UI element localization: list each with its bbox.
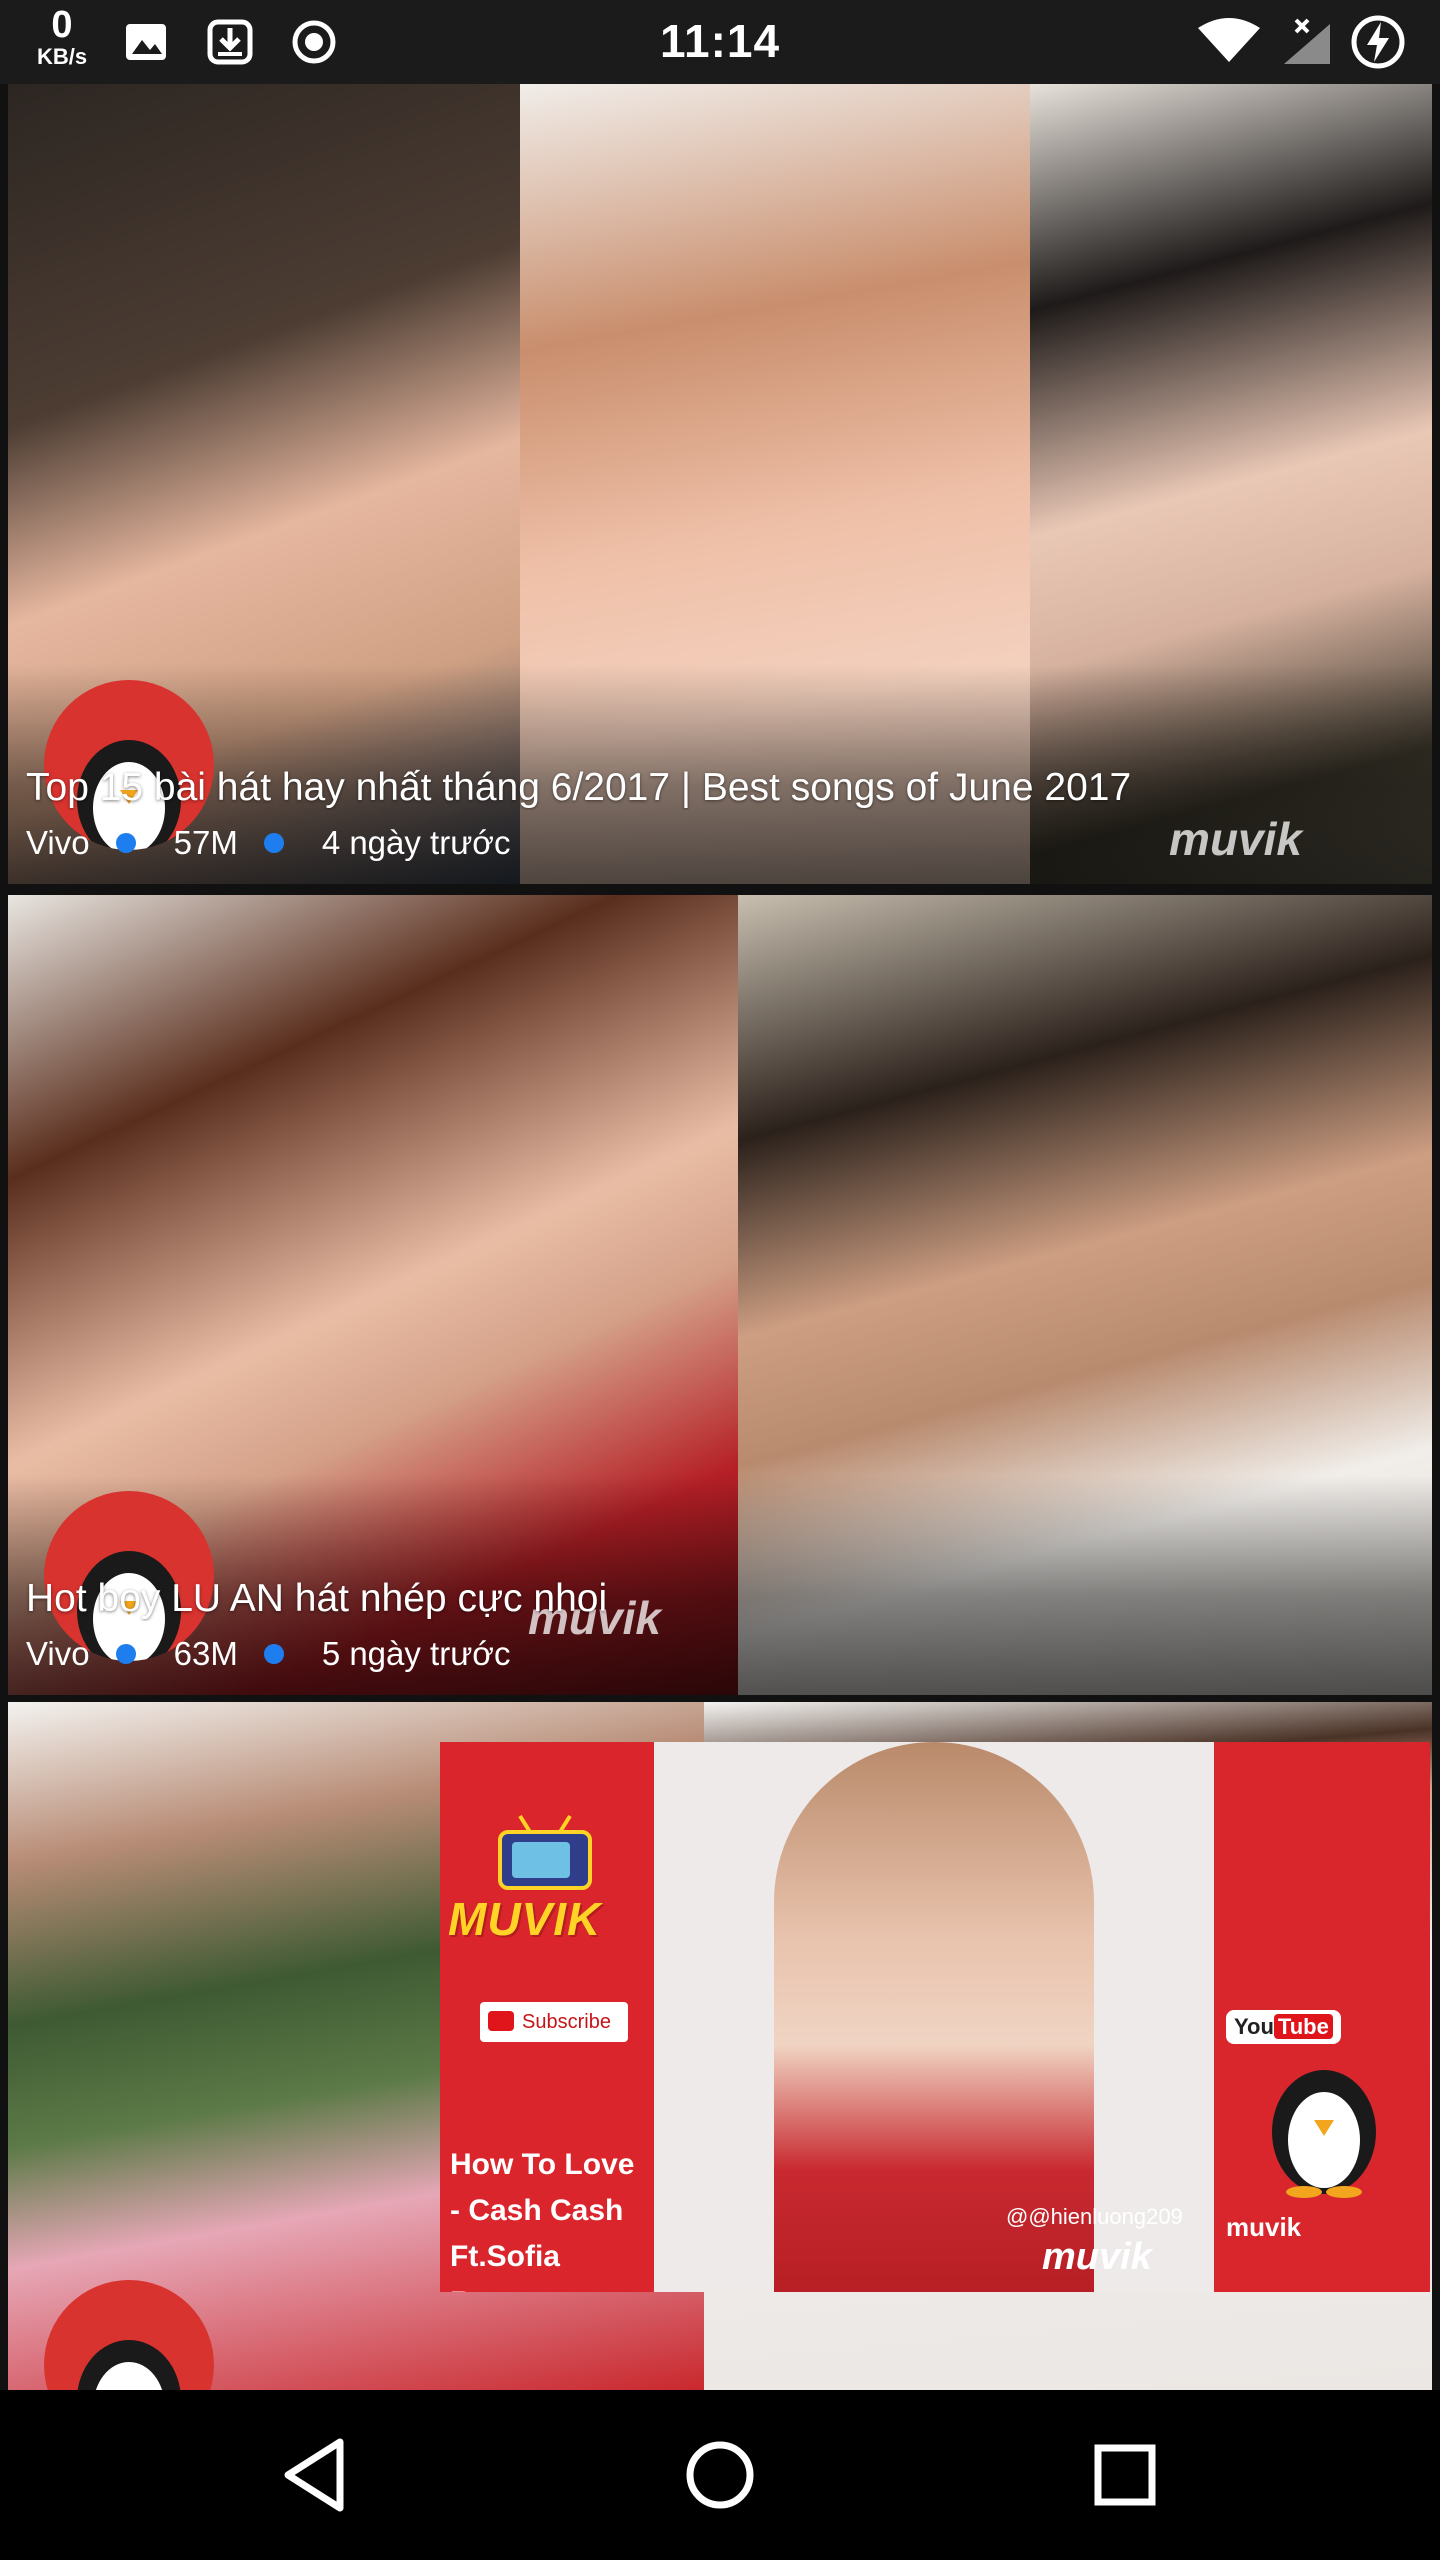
video-meta: Vivo 63M 5 ngày trước <box>26 1635 510 1673</box>
wifi-icon <box>1198 18 1260 62</box>
view-count: 57M <box>173 824 238 861</box>
video-card[interactable]: muvik Top 15 bài hát hay nhất tháng 6/20… <box>8 84 1432 884</box>
view-count: 63M <box>173 1635 238 1672</box>
status-bar: 0 KB/s 11:14 <box>0 0 1440 84</box>
youtube-badge: You Tube <box>1226 2010 1341 2044</box>
penguin-mascot-icon <box>1272 2070 1376 2198</box>
download-icon <box>207 19 253 65</box>
home-button[interactable] <box>675 2430 765 2520</box>
muvik-watermark: muvik <box>1169 813 1302 865</box>
network-speed: 0 KB/s <box>30 6 94 68</box>
separator-dot <box>115 1644 136 1664</box>
promo-song-title: How To Love - Cash Cash Ft.Sofia Reyes <box>450 2148 635 2292</box>
separator-dot <box>263 833 284 853</box>
promo-left-panel: MUVIK Subscribe How To Love - Cash Cash … <box>440 1742 654 2292</box>
upload-age: 5 ngày trước <box>321 1635 511 1672</box>
subscribe-button[interactable]: Subscribe <box>480 2002 628 2042</box>
image-icon <box>126 24 166 60</box>
promo-right-panel: You Tube muvik <box>1214 1742 1430 2292</box>
video-title[interactable]: Top 15 bài hát hay nhất tháng 6/2017 | B… <box>26 766 1402 810</box>
youtube-icon <box>488 2011 514 2031</box>
navigation-bar <box>0 2390 1440 2560</box>
tv-icon <box>498 1814 592 1890</box>
video-card[interactable]: muvik Hot boy LU AN hát nhép cực nhoi Vi… <box>8 895 1432 1695</box>
clock: 11:14 <box>659 15 781 67</box>
subscribe-label: Subscribe <box>522 2011 611 2033</box>
channel-name[interactable]: Vivo <box>26 824 90 862</box>
promo-handle: @@hienluong209 <box>1006 2204 1183 2229</box>
video-title[interactable]: Hot boy LU AN hát nhép cực nhoi <box>26 1577 1402 1621</box>
recents-button[interactable] <box>1080 2430 1170 2520</box>
youtube-badge-tube: Tube <box>1273 2014 1333 2039</box>
record-icon <box>292 20 336 64</box>
network-speed-unit: KB/s <box>36 44 88 69</box>
muvik-brand-text: muvik <box>1226 2212 1302 2242</box>
channel-name[interactable]: Vivo <box>26 1635 90 1673</box>
promo-video-overlay[interactable]: MUVIK Subscribe How To Love - Cash Cash … <box>440 1742 1430 2292</box>
no-signal-icon <box>1284 18 1330 64</box>
muvik-logo: MUVIK <box>448 1893 602 1945</box>
video-meta: Vivo 57M 4 ngày trước <box>26 824 510 862</box>
network-speed-value: 0 <box>51 4 73 46</box>
muvik-watermark: muvik <box>1042 2236 1152 2278</box>
upload-age: 4 ngày trước <box>321 824 511 861</box>
promo-photo: @@hienluong209 muvik <box>654 1742 1214 2292</box>
separator-dot <box>115 833 136 853</box>
back-button[interactable] <box>270 2430 360 2520</box>
youtube-badge-you: You <box>1234 2014 1274 2039</box>
separator-dot <box>263 1644 284 1664</box>
battery-charging-icon <box>1351 15 1405 69</box>
